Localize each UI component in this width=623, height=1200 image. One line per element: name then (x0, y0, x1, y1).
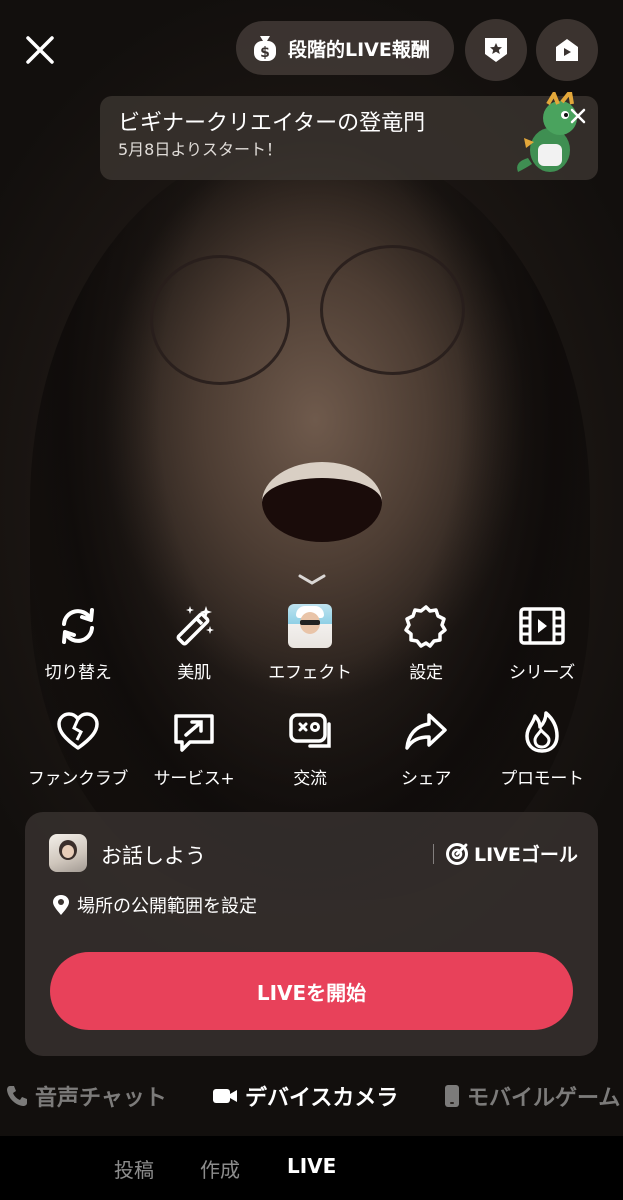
target-icon (446, 842, 468, 865)
tool-label: 美肌 (177, 663, 211, 683)
money-bag-icon: $ (254, 36, 276, 61)
banner-close-button[interactable] (566, 104, 590, 128)
tool-beauty[interactable]: 美肌 (136, 600, 252, 706)
mode-audio-chat[interactable]: 音声チャット (6, 1080, 167, 1112)
live-center-button[interactable] (536, 19, 598, 81)
live-rewards-label: 段階的LIVE報酬 (288, 38, 430, 61)
close-icon (570, 108, 586, 124)
svg-text:$: $ (260, 45, 270, 61)
location-pin-icon (53, 895, 69, 915)
tool-flip-camera[interactable]: 切り替え (20, 600, 136, 706)
mode-mobile-game[interactable]: モバイルゲーム (444, 1080, 620, 1112)
tools-row-2: ファンクラブ サービス+ 交流 シェア プロモート (20, 706, 600, 812)
collapse-chevron-icon[interactable] (294, 570, 330, 590)
phone-icon (7, 1086, 27, 1106)
gear-icon (404, 605, 447, 648)
heart-icon (57, 712, 99, 750)
play-house-icon (556, 39, 578, 61)
live-setup-panel: お話しよう LIVEゴール 場所の公開範囲を設定 LIVEを開始 (25, 812, 598, 1056)
tool-interaction[interactable]: 交流 (252, 706, 368, 812)
live-goal-button[interactable]: LIVEゴール (445, 840, 578, 867)
mode-label: 音声チャット (35, 1086, 167, 1111)
camera-preview-mouth (262, 462, 382, 542)
avatar-face (62, 845, 74, 858)
tool-label: 設定 (409, 663, 443, 683)
location-visibility-label: 場所の公開範囲を設定 (77, 896, 257, 917)
bottom-navigation: 投稿 作成 LIVE (0, 1136, 623, 1200)
effect-thumbnail-sunglasses (300, 620, 320, 625)
beauty-wand-icon (176, 606, 214, 646)
live-rewards-button[interactable]: $ 段階的LIVE報酬 (236, 21, 454, 75)
film-icon (519, 607, 565, 645)
mode-label: デバイスカメラ (245, 1086, 399, 1111)
tools-row-1: 切り替え 美肌 エフェクト 設定 シリーズ (20, 600, 600, 706)
tool-label: ファンクラブ (27, 769, 129, 789)
flip-camera-icon (62, 608, 94, 644)
effect-thumbnail (288, 604, 332, 648)
location-visibility-button[interactable]: 場所の公開範囲を設定 (51, 892, 257, 918)
nav-create[interactable]: 作成 (200, 1154, 240, 1183)
tool-label: 切り替え (44, 663, 112, 683)
tool-effects[interactable]: エフェクト (252, 600, 368, 706)
badge-button[interactable] (465, 19, 527, 81)
live-goal-label: LIVEゴール (474, 844, 578, 866)
avatar[interactable] (49, 834, 87, 872)
video-camera-icon (213, 1089, 237, 1103)
tool-label: シリーズ (509, 663, 575, 683)
tool-label: エフェクト (268, 663, 352, 683)
nav-live[interactable]: LIVE (287, 1154, 336, 1178)
live-title-input[interactable]: お話しよう (101, 840, 206, 870)
start-live-button[interactable]: LIVEを開始 (50, 952, 573, 1030)
close-button[interactable] (18, 28, 62, 72)
camera-preview-lens-left (150, 255, 290, 385)
tool-label: シェア (400, 769, 452, 789)
mode-device-camera[interactable]: デバイスカメラ (212, 1080, 398, 1112)
close-icon (26, 36, 54, 64)
event-banner[interactable]: ビギナークリエイターの登竜門 5月8日よりスタート！ (100, 92, 598, 180)
share-arrow-icon (405, 713, 447, 750)
nav-post[interactable]: 投稿 (114, 1154, 154, 1183)
tool-share[interactable]: シェア (368, 706, 484, 812)
camera-preview-lens-right (320, 245, 465, 375)
service-arrow-icon (174, 714, 214, 752)
tool-fan-club[interactable]: ファンクラブ (20, 706, 136, 812)
mode-label: モバイルゲーム (467, 1086, 621, 1111)
tool-label: サービス+ (153, 769, 235, 789)
tool-promote[interactable]: プロモート (484, 706, 600, 812)
tool-settings[interactable]: 設定 (368, 600, 484, 706)
divider (433, 844, 434, 864)
tool-label: プロモート (500, 769, 584, 789)
tool-series[interactable]: シリーズ (484, 600, 600, 706)
game-chat-icon (289, 713, 331, 748)
mobile-icon (445, 1085, 459, 1107)
tool-label: 交流 (293, 769, 327, 789)
badge-star-icon (485, 38, 507, 62)
flame-icon (525, 711, 559, 753)
live-tools-grid: 切り替え 美肌 エフェクト 設定 シリーズ ファンクラブ サービス+ 交流 シェ… (20, 600, 600, 812)
live-mode-tabs: 音声チャット デバイスカメラ モバイルゲーム (0, 1072, 623, 1122)
tool-service-plus[interactable]: サービス+ (136, 706, 252, 812)
